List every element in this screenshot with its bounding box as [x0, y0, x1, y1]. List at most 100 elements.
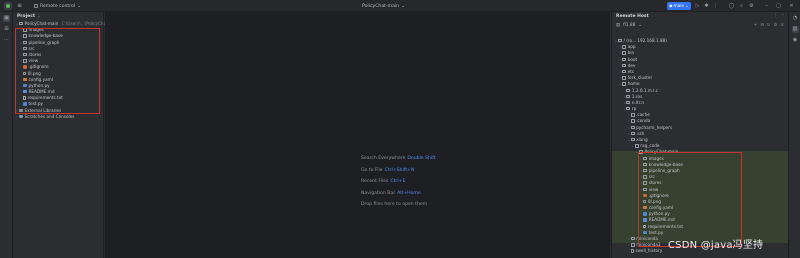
project-panel-title: Project — [17, 14, 36, 19]
hint-label: Search Everywhere — [361, 156, 406, 161]
filter-icon[interactable]: ≡ — [780, 23, 784, 28]
folder-icon — [622, 69, 627, 74]
editor-hint: Go to File Ctrl+Shift+N — [361, 168, 436, 180]
watermark: CSDN @java冯坚持 — [668, 240, 764, 251]
hint-label: Go to File — [361, 167, 383, 173]
account-icon[interactable]: ◯ — [728, 2, 735, 10]
app-logo-icon — [4, 2, 12, 10]
hint-label: Drop files here to open them — [361, 202, 428, 208]
project-panel-header[interactable]: Project ⌄ — [13, 12, 103, 21]
add-icon[interactable]: + — [754, 23, 758, 28]
structure-icon[interactable]: ⊞ — [3, 26, 10, 33]
tree-item-label: .ssh — [636, 130, 645, 136]
collapse-icon[interactable]: ⊟ — [760, 23, 764, 28]
hint-shortcut: Alt+Home — [397, 190, 421, 196]
more-options-icon[interactable]: ⋮ — [773, 13, 778, 18]
scr-icon — [19, 114, 23, 119]
folder-icon — [630, 131, 635, 136]
highlight-box — [15, 28, 100, 114]
editor-hint: Recent Files Ctrl+E — [361, 179, 436, 191]
chevron-down-icon: ⌄ — [638, 23, 642, 28]
settings-icon[interactable]: ⚙ — [774, 23, 778, 28]
editor-empty-hints: Search Everywhere Double Shift Go to File C… — [361, 156, 436, 214]
editor-area[interactable]: Search Everywhere Double Shift Go to File C… — [105, 12, 610, 258]
folder-icon — [630, 243, 635, 247]
right-tool-stripe: ◔ ▥ ◉ — [788, 12, 800, 258]
folder-icon — [622, 76, 627, 80]
tree-item-label: 1.ros — [631, 93, 643, 99]
tree-item-label: 1.2.0.1.m.l.c — [631, 87, 659, 93]
tree-item-label: swell_history — [635, 248, 663, 254]
tree-item-label: Scratches and Consoles — [24, 113, 75, 119]
tree-item-label: rag_code — [640, 143, 660, 149]
highlight-box — [638, 152, 742, 247]
hint-shortcut: Ctrl+E — [390, 179, 406, 185]
tree-item-label: .cache — [636, 112, 650, 118]
folder-icon — [19, 22, 23, 26]
folder-icon — [630, 237, 635, 241]
folder-icon — [618, 39, 622, 43]
refresh-icon[interactable]: ↻ — [767, 23, 771, 28]
main-menu-icon[interactable]: ≡ — [17, 3, 24, 9]
editor-hint: Search Everywhere Double Shift — [361, 156, 436, 168]
minimize-panel-icon[interactable]: – — [782, 13, 784, 18]
chevron-down-icon: ⌄ — [401, 3, 405, 9]
folder-icon — [630, 125, 635, 130]
tree-root-label: PolicyChat-main — [24, 21, 59, 26]
chevron-down-icon: ⌄ — [685, 3, 689, 9]
tree-item-label: n.ltr.n — [631, 99, 645, 105]
project-name: PolicyChat-main — [362, 3, 400, 9]
folder-icon — [622, 82, 627, 86]
editor-hint: Drop files here to open them — [361, 202, 436, 214]
folder-icon — [626, 88, 631, 92]
more-icon[interactable]: ⋯ — [3, 37, 10, 44]
folder-icon — [626, 100, 631, 105]
folder-icon — [634, 144, 639, 148]
database-icon[interactable]: ◉ — [792, 37, 799, 44]
minimize-button[interactable]: – — [762, 2, 771, 10]
project-icon[interactable]: ▣ — [3, 15, 10, 22]
remote-host-panel: Remote Host ⋮ – ▤ fl1.88 ⌄ + ⊟ ↻ ⚙ ≡ ⌄ / … — [611, 12, 789, 258]
maximize-button[interactable]: ▢ — [774, 2, 783, 10]
hint-label: Navigation Bar — [361, 190, 396, 196]
tree-item-label: fork_cluster — [627, 75, 653, 81]
run-config-button[interactable]: ◆ main ⌄ — [667, 2, 691, 10]
hint-label: Recent Files — [361, 179, 389, 185]
left-tool-stripe: ▣ ⊞ ⋯ — [0, 12, 13, 258]
python-icon: ◆ — [669, 3, 673, 9]
more-actions-icon[interactable]: ⋮ — [712, 2, 719, 10]
server-icon: ▤ — [616, 23, 621, 28]
title-bar: ≡ Remote control ⌄ PolicyChat-main ⌄ ◆ m… — [0, 0, 800, 12]
search-icon[interactable]: ⌕ — [738, 2, 745, 10]
tree-item-label: boot — [627, 56, 638, 62]
run-config-label: main — [673, 3, 685, 9]
remote-host-icon[interactable]: ▥ — [791, 26, 799, 33]
project-panel: Project ⌄ ⌄ PolicyChat-main C:\Users\...\… — [13, 12, 120, 258]
folder-icon — [622, 45, 627, 49]
file-file-icon — [630, 249, 634, 253]
remote-control-label: Remote control — [40, 3, 76, 9]
settings-icon[interactable]: ⚙ — [748, 2, 755, 10]
remote-panel-title: Remote Host — [616, 14, 649, 19]
folder-icon — [622, 57, 627, 61]
folder-icon — [622, 51, 627, 55]
notifications-icon[interactable]: ◔ — [792, 15, 799, 22]
project-selector[interactable]: PolicyChat-main ⌄ — [362, 2, 405, 10]
remote-control-button[interactable]: Remote control ⌄ — [31, 2, 84, 10]
close-button[interactable]: ✕ — [787, 2, 796, 10]
remote-root-label: / (ro... 192.168.1.88) — [623, 38, 667, 43]
tree-item-label: bin — [627, 50, 635, 56]
tree-item-label: .conda — [636, 118, 651, 124]
folder-icon — [626, 107, 631, 111]
run-icon[interactable]: ▷ — [694, 2, 701, 10]
scratches-item[interactable]: › Scratches and Consoles — [13, 114, 103, 120]
remote-panel-header: Remote Host — [612, 12, 788, 21]
remote-icon — [34, 4, 38, 8]
connection-selector[interactable]: ▤ fl1.88 ⌄ + ⊟ ↻ ⚙ ≡ — [612, 21, 788, 30]
folder-icon — [630, 119, 635, 123]
tree-item-label: etc — [627, 68, 635, 74]
debug-icon[interactable]: ✱ — [703, 2, 710, 10]
hint-shortcut: Double Shift — [407, 156, 436, 161]
tree-item-label: rp — [631, 106, 637, 112]
folder-icon — [622, 63, 627, 68]
